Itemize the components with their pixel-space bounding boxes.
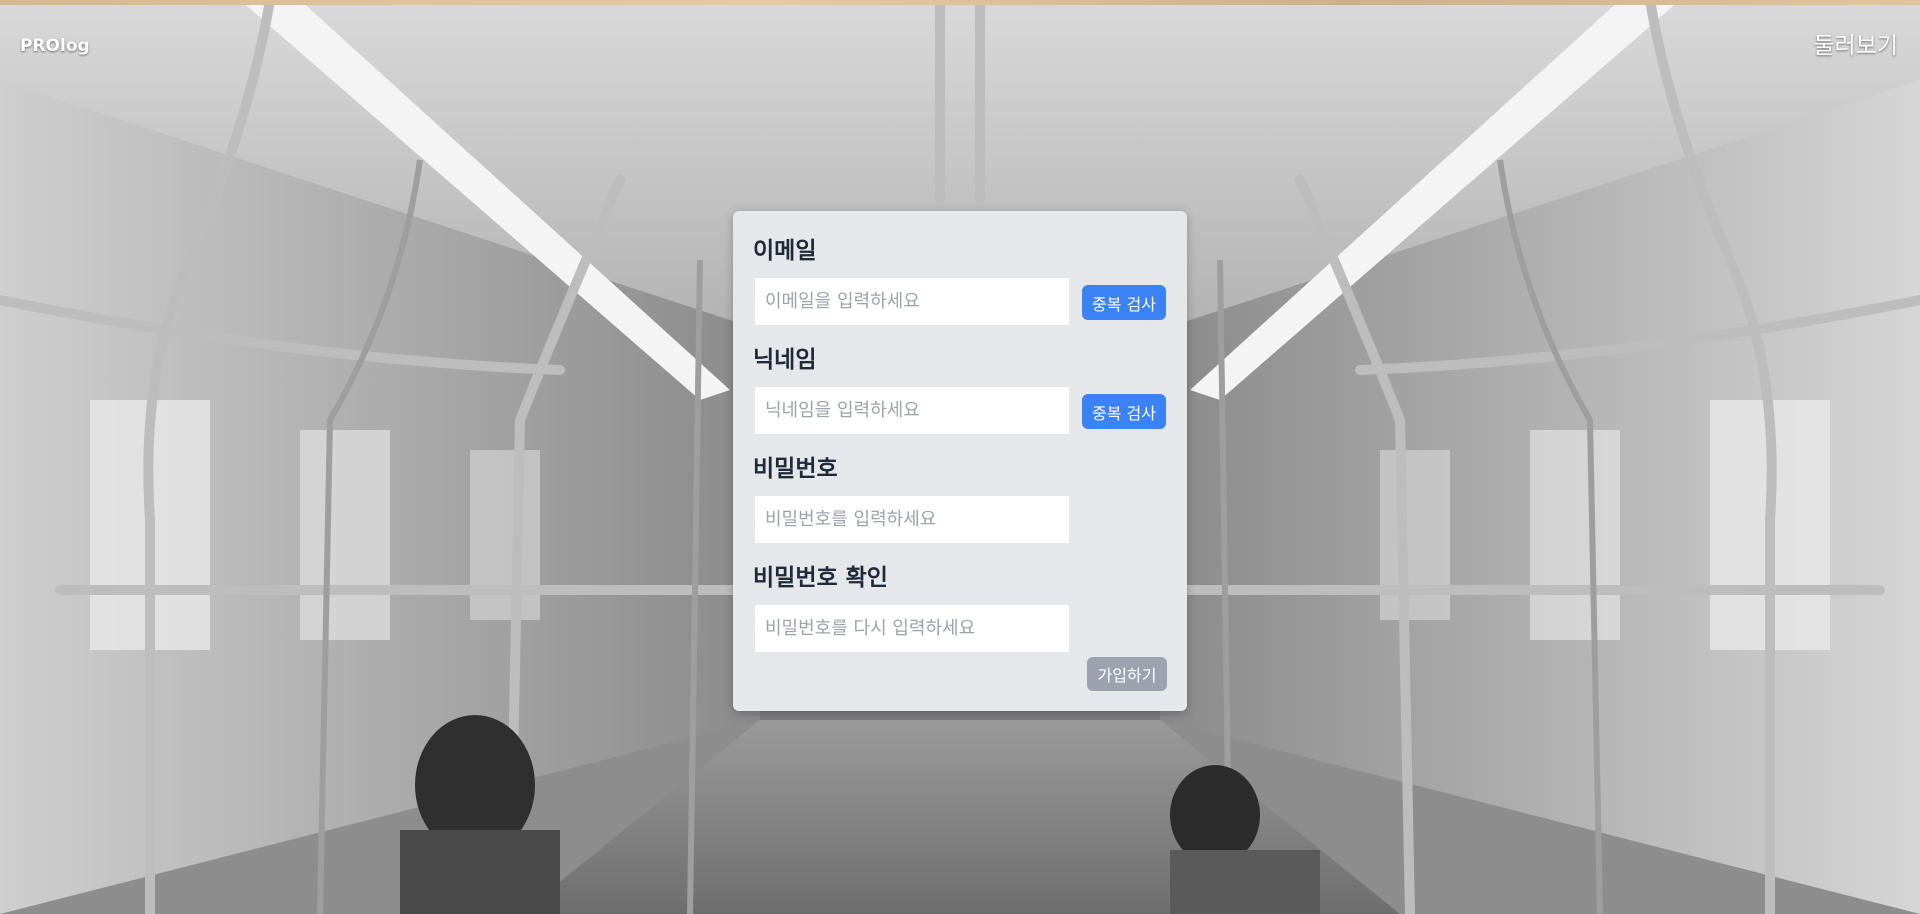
password-label: 비밀번호 bbox=[753, 456, 838, 482]
email-field[interactable] bbox=[754, 277, 1070, 326]
brand-logo[interactable]: PROlog bbox=[20, 36, 90, 56]
browse-link[interactable]: 둘러보기 bbox=[1813, 26, 1898, 60]
signup-submit-button[interactable]: 가입하기 bbox=[1087, 657, 1167, 691]
nickname-duplicate-check-button[interactable]: 중복 검사 bbox=[1082, 394, 1166, 429]
password-confirm-field[interactable] bbox=[754, 604, 1070, 653]
email-duplicate-check-button[interactable]: 중복 검사 bbox=[1082, 285, 1166, 320]
nickname-label: 닉네임 bbox=[753, 347, 817, 373]
password-field[interactable] bbox=[754, 495, 1070, 544]
password-confirm-label: 비밀번호 확인 bbox=[753, 565, 888, 591]
signup-form: 이메일 중복 검사 닉네임 중복 검사 비밀번호 비밀번호 확인 가입하기 bbox=[733, 211, 1187, 711]
signup-page: PROlog 둘러보기 이메일 중복 검사 닉네임 중복 검사 비밀번호 비밀번… bbox=[0, 0, 1920, 914]
top-strip bbox=[0, 0, 1920, 5]
nickname-field[interactable] bbox=[754, 386, 1070, 435]
email-label: 이메일 bbox=[753, 238, 817, 264]
